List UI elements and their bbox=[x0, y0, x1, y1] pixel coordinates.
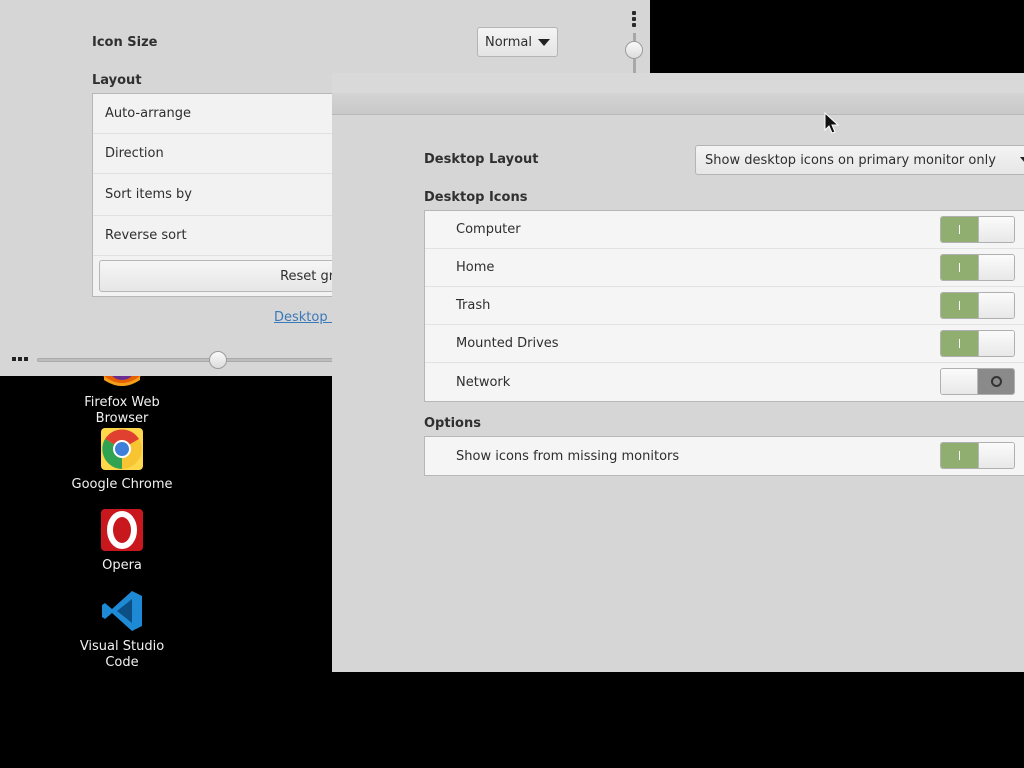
slider-knob[interactable] bbox=[625, 41, 643, 59]
vscode-icon bbox=[100, 589, 144, 633]
mounted-drives-toggle[interactable] bbox=[940, 330, 1015, 357]
chevron-down-icon bbox=[538, 38, 551, 46]
layout-row-direction[interactable]: Direction bbox=[93, 134, 341, 174]
more-options-icon[interactable] bbox=[630, 11, 638, 29]
options-list: Show icons from missing monitors bbox=[424, 436, 1024, 476]
firefox-icon[interactable] bbox=[100, 376, 144, 388]
icon-label: Firefox Web Browser bbox=[84, 395, 160, 426]
chrome-icon bbox=[100, 427, 144, 471]
setting-row-mounted-drives: Mounted Drives bbox=[425, 325, 1024, 363]
icon-label: Visual Studio Code bbox=[79, 639, 165, 670]
horizontal-slider[interactable] bbox=[37, 351, 337, 369]
setting-label: Mounted Drives bbox=[456, 336, 559, 351]
chevron-down-icon bbox=[1020, 157, 1024, 163]
setting-label: Trash bbox=[456, 298, 491, 313]
icon-size-combo[interactable]: Normal bbox=[477, 27, 558, 57]
setting-row-missing-monitors: Show icons from missing monitors bbox=[425, 437, 1024, 475]
vertical-slider[interactable] bbox=[624, 33, 644, 73]
layout-frame: Auto-arrange Direction Sort items by Rev… bbox=[92, 93, 359, 297]
desktop-layout-label: Desktop Layout bbox=[424, 152, 539, 167]
desktop-icon-vscode[interactable]: Visual Studio Code bbox=[67, 589, 177, 671]
home-toggle[interactable] bbox=[940, 254, 1015, 281]
reset-grid-button[interactable]: Reset grid bbox=[99, 260, 359, 292]
ellipsis-icon bbox=[12, 357, 30, 362]
missing-monitors-toggle[interactable] bbox=[940, 442, 1015, 469]
row-label: Direction bbox=[105, 146, 164, 161]
row-label: Auto-arrange bbox=[105, 106, 191, 121]
mouse-pointer-icon bbox=[824, 111, 842, 134]
setting-row-home: Home bbox=[425, 249, 1024, 287]
desktop-layout-combo[interactable]: Show desktop icons on primary monitor on… bbox=[695, 145, 1024, 175]
desktop-layout-value: Show desktop icons on primary monitor on… bbox=[705, 152, 996, 168]
options-header: Options bbox=[424, 416, 481, 431]
desktop-icon-chrome[interactable]: Google Chrome bbox=[67, 427, 177, 493]
setting-label: Home bbox=[456, 260, 495, 275]
desktop-icons-header: Desktop Icons bbox=[424, 190, 528, 205]
desktop-settings-link[interactable]: Desktop S bbox=[274, 310, 340, 325]
trash-toggle[interactable] bbox=[940, 292, 1015, 319]
setting-row-trash: Trash bbox=[425, 287, 1024, 325]
desktop-icons-list: Computer Home Trash Mounted Drives Netwo… bbox=[424, 210, 1024, 402]
layout-row-sort-items[interactable]: Sort items by bbox=[93, 174, 341, 216]
row-label: Reverse sort bbox=[105, 228, 187, 243]
layout-row-auto-arrange[interactable]: Auto-arrange bbox=[93, 94, 341, 134]
layout-row-reverse-sort[interactable]: Reverse sort bbox=[93, 216, 341, 256]
setting-row-computer: Computer bbox=[425, 211, 1024, 249]
desktop-icon-opera[interactable]: Opera bbox=[67, 508, 177, 574]
computer-toggle[interactable] bbox=[940, 216, 1015, 243]
row-label: Sort items by bbox=[105, 187, 193, 202]
opera-icon bbox=[100, 508, 144, 552]
icon-size-value: Normal bbox=[484, 34, 533, 50]
setting-label: Computer bbox=[456, 222, 521, 237]
layout-label: Layout bbox=[92, 73, 142, 88]
icon-label: Google Chrome bbox=[71, 477, 173, 492]
window-header bbox=[332, 73, 1024, 115]
setting-label: Show icons from missing monitors bbox=[456, 448, 680, 464]
desktop-icon-firefox[interactable]: Firefox Web Browser bbox=[67, 395, 177, 427]
slider-knob[interactable] bbox=[209, 351, 227, 369]
icon-label: Opera bbox=[102, 558, 142, 573]
setting-row-network: Network bbox=[425, 363, 1024, 401]
network-toggle[interactable] bbox=[940, 368, 1015, 395]
desktop-settings-window: Desktop Layout Show desktop icons on pri… bbox=[332, 73, 1024, 672]
setting-label: Network bbox=[456, 374, 511, 390]
icon-size-label: Icon Size bbox=[92, 35, 158, 50]
